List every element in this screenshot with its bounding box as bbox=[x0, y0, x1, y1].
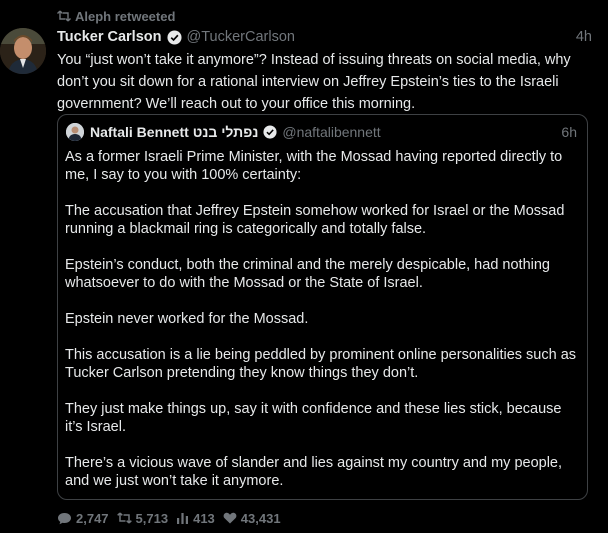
quoted-paragraph: Epstein’s conduct, both the criminal and… bbox=[65, 257, 550, 291]
quoted-tweet-header: Naftali Bennett נפתלי בנט @naftalibennet… bbox=[66, 123, 577, 141]
quoted-paragraph: This accusation is a lie being peddled b… bbox=[65, 347, 577, 381]
tweet-header: Tucker Carlson @TuckerCarlson 4h bbox=[57, 27, 592, 47]
like-count: 43,431 bbox=[240, 510, 281, 526]
quoted-paragraph: As a former Israeli Prime Minister, with… bbox=[65, 149, 563, 183]
quoted-author-handle[interactable]: @naftalibennett bbox=[282, 124, 380, 140]
verified-badge-icon bbox=[263, 125, 277, 139]
tweet-timestamp[interactable]: 4h bbox=[576, 29, 592, 45]
quoted-paragraph: They just make things up, say it with co… bbox=[65, 401, 562, 435]
reply-icon bbox=[58, 512, 71, 524]
avatar-image bbox=[0, 28, 46, 74]
author-handle[interactable]: @TuckerCarlson bbox=[187, 29, 295, 45]
quoted-tweet-card[interactable]: Naftali Bennett נפתלי בנט @naftalibennet… bbox=[57, 114, 588, 500]
avatar[interactable] bbox=[0, 28, 46, 74]
retweet-label: Aleph retweeted bbox=[75, 8, 176, 24]
retweet-button[interactable]: 5,713 bbox=[116, 510, 169, 526]
quoted-paragraph: There’s a vicious wave of slander and li… bbox=[65, 455, 563, 489]
quoted-avatar bbox=[66, 123, 84, 141]
quoted-timestamp[interactable]: 6h bbox=[561, 124, 577, 140]
quoted-tweet-body: As a former Israeli Prime Minister, with… bbox=[65, 148, 580, 490]
heart-icon bbox=[223, 512, 237, 524]
retweet-count: 5,713 bbox=[135, 510, 169, 526]
views-icon bbox=[177, 513, 189, 524]
quoted-author-name[interactable]: Naftali Bennett נפתלי בנט bbox=[90, 124, 258, 140]
reply-button[interactable]: 2,747 bbox=[57, 511, 109, 526]
verified-badge-icon bbox=[166, 29, 182, 45]
engagement-bar: 2,747 5,713 413 43,431 bbox=[57, 509, 289, 527]
author-name[interactable]: Tucker Carlson bbox=[57, 29, 162, 45]
like-button[interactable]: 43,431 bbox=[223, 511, 281, 526]
retweet-icon bbox=[57, 10, 71, 22]
reply-count: 2,747 bbox=[76, 510, 109, 526]
views-count: 413 bbox=[193, 510, 215, 526]
views-button[interactable]: 413 bbox=[176, 511, 215, 526]
quoted-paragraph: The accusation that Jeffrey Epstein some… bbox=[65, 203, 565, 237]
retweet-indicator: Aleph retweeted bbox=[57, 7, 175, 25]
tweet-text: You “just won’t take it anymore”? Instea… bbox=[57, 52, 571, 112]
retweet-icon bbox=[116, 512, 132, 524]
quoted-paragraph: Epstein never worked for the Mossad. bbox=[65, 311, 309, 327]
